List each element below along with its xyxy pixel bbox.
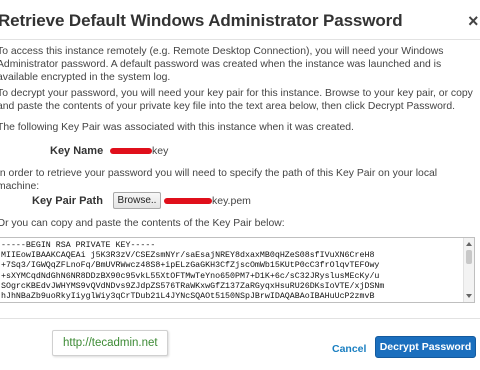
intro-paragraph-3: The following Key Pair was associated wi…: [0, 122, 354, 133]
private-key-content: -----BEGIN RSA PRIVATE KEY----- MIIEowIBA…: [1, 241, 384, 302]
textarea-scrollbar[interactable]: [463, 238, 474, 302]
redacted-key-name: [110, 148, 152, 155]
cancel-button[interactable]: Cancel: [332, 343, 366, 355]
key-name-suffix: key: [152, 145, 169, 157]
watermark-label: http://tecadmin.net: [52, 330, 168, 356]
key-line: -----BEGIN RSA PRIVATE KEY-----: [1, 241, 156, 250]
key-line: +sXYMCqdNdGhN6NR8DDzBX90c95vkL55XtOFTMwT…: [1, 271, 380, 281]
private-key-textarea[interactable]: -----BEGIN RSA PRIVATE KEY----- MIIEowIBA…: [0, 237, 475, 303]
scrollbar-thumb[interactable]: [466, 250, 472, 264]
key-pair-path-label: Key Pair Path: [32, 195, 103, 207]
key-line: MIIEowIBAAKCAQEAi j5K3R3zV/CSEZsmNYr/saE…: [1, 251, 375, 261]
intro-paragraph-2: To decrypt your password, you will need …: [0, 88, 473, 112]
retrieve-password-dialog: Retrieve Default Windows Administrator P…: [0, 0, 480, 370]
paste-instructions: Or you can copy and paste the contents o…: [0, 218, 285, 229]
dialog-header: Retrieve Default Windows Administrator P…: [0, 0, 480, 40]
key-name-value: key: [110, 145, 168, 157]
close-icon[interactable]: ×: [468, 11, 480, 32]
key-name-label: Key Name: [50, 145, 104, 157]
path-instructions: In order to retrieve your password you w…: [0, 168, 438, 192]
redacted-file-name: [164, 198, 212, 205]
dialog-title: Retrieve Default Windows Administrator P…: [0, 11, 403, 30]
key-line: SOgrcKBEdvJWHYMS9vQVdNDvs9ZJdpZS576TRaWK…: [1, 281, 385, 291]
decrypt-password-button[interactable]: Decrypt Password: [375, 336, 476, 358]
key-pair-path-value: key.pem: [164, 195, 251, 207]
key-line: +7Sq3/IGWQqZFLnoFq/BmUVRWwcz48S8+ipELzGa…: [1, 261, 380, 271]
scroll-down-icon[interactable]: [466, 294, 472, 298]
scroll-up-icon[interactable]: [466, 242, 472, 246]
browse-button[interactable]: Browse..: [113, 192, 161, 209]
key-pair-path-suffix: key.pem: [212, 195, 251, 207]
intro-paragraph-1: To access this instance remotely (e.g. R…: [0, 46, 444, 83]
key-line: hJhNBaZb9uoRkyIiyglWiy3qCrTDub21L4JYNcSQ…: [1, 292, 375, 302]
